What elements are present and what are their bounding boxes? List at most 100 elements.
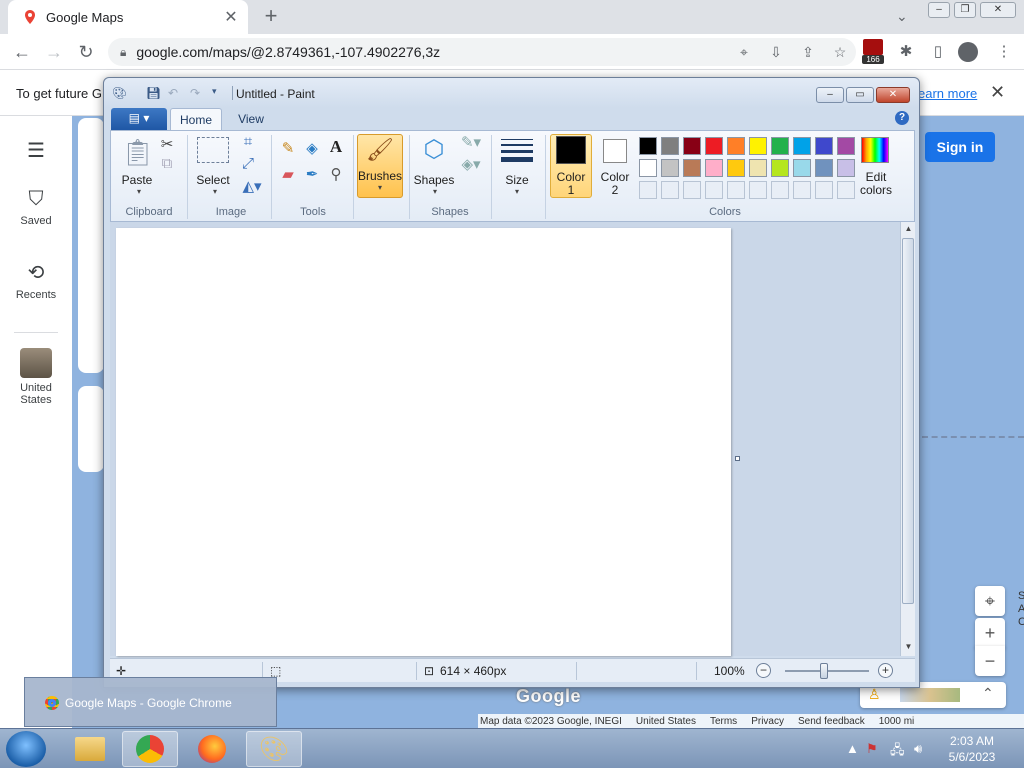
new-tab-button[interactable]: + bbox=[258, 4, 284, 30]
forward-icon[interactable]: → bbox=[42, 40, 66, 64]
palette-swatch[interactable] bbox=[661, 159, 679, 177]
palette-swatch-empty[interactable] bbox=[661, 181, 679, 199]
palette-swatch[interactable] bbox=[749, 159, 767, 177]
palette-swatch[interactable] bbox=[639, 159, 657, 177]
tray-network-icon[interactable]: 🖧︎ bbox=[890, 741, 905, 763]
footer-privacy-link[interactable]: Privacy bbox=[751, 716, 784, 727]
zoom-in-button[interactable]: + bbox=[975, 618, 1005, 648]
palette-swatch[interactable] bbox=[705, 137, 723, 155]
close-window-button[interactable]: ✕ bbox=[980, 2, 1016, 18]
scale-label[interactable]: 1000 mi bbox=[879, 716, 915, 727]
save-icon[interactable]: 💾︎ bbox=[146, 86, 161, 100]
sign-in-button[interactable]: Sign in bbox=[925, 132, 995, 162]
rotate-icon[interactable]: ◭▾ bbox=[239, 177, 265, 195]
rail-saved[interactable]: ⛉ Saved bbox=[0, 188, 72, 227]
paint-close-button[interactable]: ✕ bbox=[876, 87, 910, 103]
taskbar-firefox[interactable] bbox=[184, 731, 240, 767]
search-panel-edge[interactable] bbox=[78, 118, 104, 373]
palette-swatch-empty[interactable] bbox=[727, 181, 745, 199]
color2-button[interactable]: Color 2 bbox=[595, 171, 635, 197]
install-icon[interactable]: ⇩ bbox=[760, 44, 792, 61]
select-dropdown-icon[interactable]: ▾ bbox=[207, 187, 223, 196]
taskbar-explorer[interactable] bbox=[62, 731, 118, 767]
text-tool-icon[interactable]: A bbox=[327, 137, 345, 157]
footer-region-link[interactable]: United States bbox=[636, 716, 696, 727]
reload-icon[interactable]: ↻ bbox=[74, 40, 98, 64]
palette-swatch[interactable] bbox=[705, 159, 723, 177]
palette-swatch[interactable] bbox=[793, 137, 811, 155]
paint-app-icon[interactable]: 🎨︎ bbox=[112, 86, 127, 100]
palette-swatch[interactable] bbox=[683, 159, 701, 177]
back-icon[interactable]: ← bbox=[10, 40, 34, 64]
eraser-icon[interactable]: ▰ bbox=[279, 165, 297, 183]
zoom-out-button[interactable]: − bbox=[756, 663, 771, 678]
palette-swatch-empty[interactable] bbox=[639, 181, 657, 199]
magnifier-icon[interactable]: ⚲ bbox=[327, 165, 345, 183]
rail-place-united-states[interactable]: United States bbox=[0, 348, 72, 406]
pencil-icon[interactable]: ✎ bbox=[279, 139, 297, 157]
palette-swatch[interactable] bbox=[749, 137, 767, 155]
extensions-puzzle-icon[interactable]: ✱ bbox=[892, 40, 920, 64]
tray-overflow-icon[interactable]: ▲ bbox=[846, 741, 859, 756]
footer-feedback-link[interactable]: Send feedback bbox=[798, 716, 865, 727]
expand-chevron-icon[interactable]: ⌃ bbox=[982, 685, 994, 702]
select-button[interactable]: Select bbox=[193, 173, 233, 187]
palette-swatch[interactable] bbox=[793, 159, 811, 177]
redo-icon[interactable]: ↷ bbox=[190, 86, 200, 100]
bookmark-star-icon[interactable]: ☆ bbox=[824, 44, 856, 61]
edit-colors-button[interactable]: Edit colors bbox=[851, 171, 901, 197]
zoom-out-button[interactable]: − bbox=[975, 646, 1005, 676]
palette-swatch[interactable] bbox=[661, 137, 679, 155]
location-icon[interactable]: ⌖ bbox=[728, 44, 760, 61]
cut-icon[interactable]: ✂ bbox=[159, 135, 175, 153]
brushes-button[interactable]: 🖌︎ Brushes ▾ bbox=[357, 134, 403, 198]
url-text[interactable]: google.com/maps/@2.8749361,-107.4902276,… bbox=[136, 44, 728, 60]
close-tab-icon[interactable]: ✕ bbox=[220, 7, 242, 27]
shapes-dropdown-icon[interactable]: ▾ bbox=[427, 187, 443, 196]
palette-swatch-empty[interactable] bbox=[705, 181, 723, 199]
start-button[interactable] bbox=[6, 731, 46, 767]
select-rectangle-icon[interactable] bbox=[197, 137, 229, 163]
taskbar-chrome[interactable] bbox=[122, 731, 178, 767]
canvas-workspace[interactable] bbox=[110, 222, 900, 656]
palette-swatch[interactable] bbox=[683, 137, 701, 155]
color1-swatch[interactable] bbox=[556, 136, 586, 164]
tab-home[interactable]: Home bbox=[170, 108, 222, 130]
palette-swatch[interactable] bbox=[727, 137, 745, 155]
system-clock[interactable]: 2:03 AM 5/6/2023 bbox=[936, 733, 1008, 765]
scroll-down-arrow[interactable]: ▼ bbox=[901, 642, 916, 651]
size-dropdown-icon[interactable]: ▾ bbox=[509, 187, 525, 196]
footer-terms-link[interactable]: Terms bbox=[710, 716, 737, 727]
side-panel-icon[interactable]: ▯ bbox=[924, 40, 952, 64]
extension-icon[interactable]: 166 bbox=[862, 39, 884, 65]
palette-swatch[interactable] bbox=[639, 137, 657, 155]
taskbar-paint[interactable]: 🎨︎ bbox=[246, 731, 302, 767]
menu-kebab-icon[interactable]: ⋮ bbox=[990, 40, 1018, 64]
profile-avatar-icon[interactable] bbox=[958, 42, 978, 62]
size-button[interactable]: Size bbox=[497, 173, 537, 187]
shapes-icon[interactable]: ⬡ bbox=[417, 135, 451, 164]
size-lines-icon[interactable] bbox=[501, 139, 533, 162]
paint-file-menu-button[interactable]: ▤ ▾ bbox=[111, 108, 167, 130]
palette-swatch[interactable] bbox=[771, 159, 789, 177]
paste-dropdown-icon[interactable]: ▾ bbox=[131, 187, 147, 196]
infobar-close-icon[interactable]: ✕ bbox=[990, 82, 1005, 103]
crop-icon[interactable]: ⌗ bbox=[239, 133, 257, 150]
palette-swatch[interactable] bbox=[837, 137, 855, 155]
tray-security-icon[interactable]: ⚑ bbox=[866, 741, 878, 757]
tab-google-maps[interactable]: Google Maps ✕ bbox=[8, 0, 248, 34]
color2-swatch[interactable] bbox=[603, 139, 627, 163]
undo-icon[interactable]: ↶ bbox=[168, 86, 178, 100]
color-picker-icon[interactable]: ✒ bbox=[303, 165, 321, 183]
rail-recents[interactable]: ⟲ Recents bbox=[0, 260, 72, 301]
pegman-icon[interactable]: ♙ bbox=[868, 686, 881, 703]
palette-swatch-empty[interactable] bbox=[815, 181, 833, 199]
tray-volume-icon[interactable]: 🔊︎ bbox=[914, 741, 922, 757]
palette-swatch[interactable] bbox=[727, 159, 745, 177]
paste-button[interactable]: Paste bbox=[117, 173, 157, 187]
card-edge[interactable] bbox=[78, 386, 104, 472]
address-bar[interactable]: 🔒︎ google.com/maps/@2.8749361,-107.49022… bbox=[108, 38, 856, 66]
fill-bucket-icon[interactable]: ◈ bbox=[303, 139, 321, 157]
palette-swatch-empty[interactable] bbox=[793, 181, 811, 199]
palette-swatch-empty[interactable] bbox=[683, 181, 701, 199]
